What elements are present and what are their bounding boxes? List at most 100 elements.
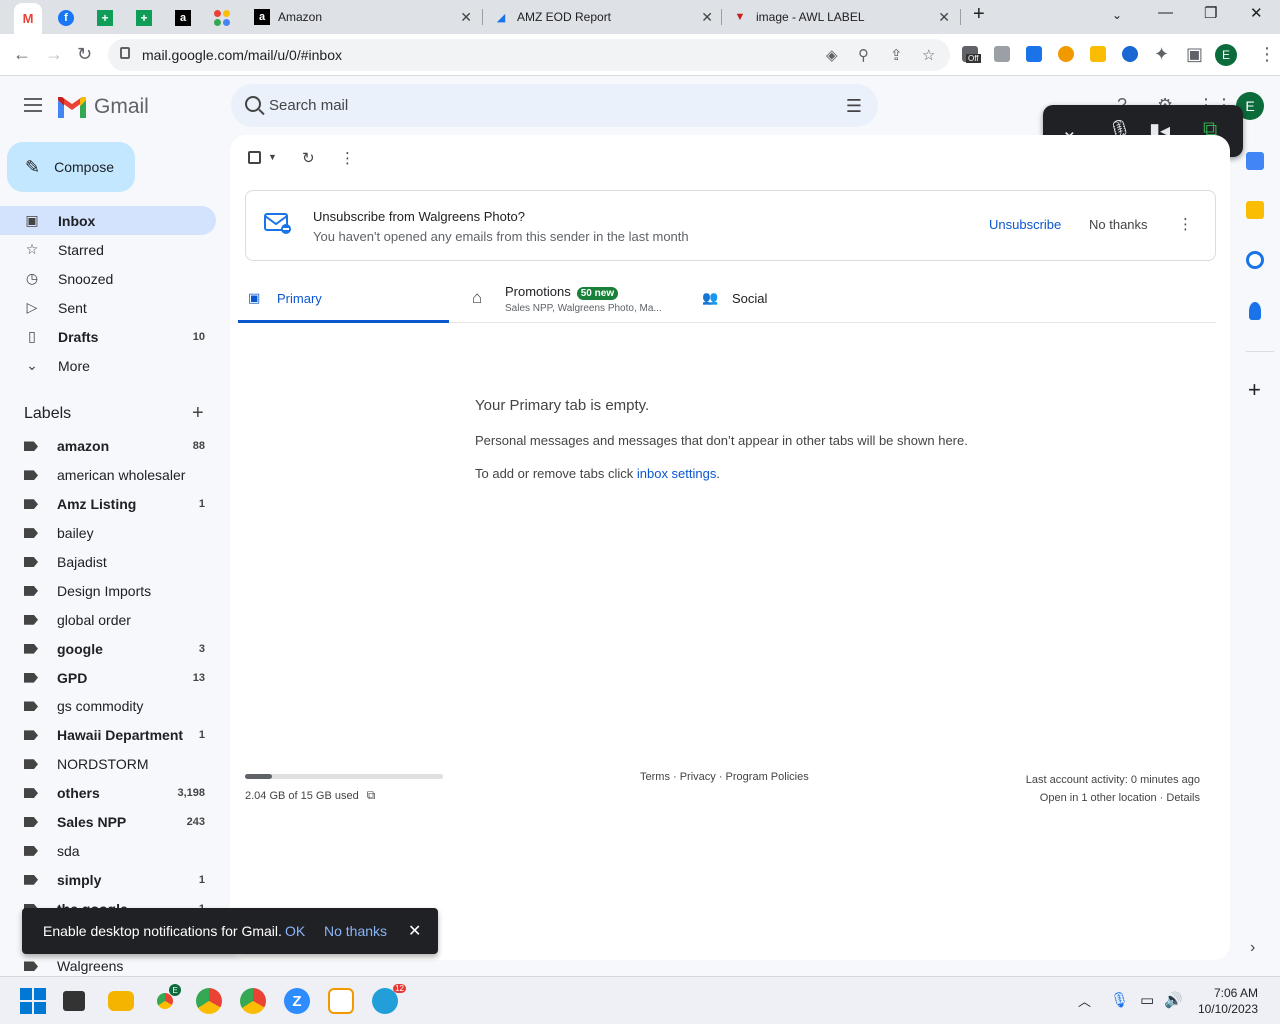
nav-starred[interactable]: ☆ Starred	[0, 235, 230, 264]
extension-icon-6[interactable]	[1122, 46, 1138, 62]
restore-icon[interactable]: ❐	[1204, 4, 1217, 22]
reload-icon[interactable]: ↻	[77, 44, 92, 65]
minimize-icon[interactable]: —	[1158, 4, 1173, 21]
label-item[interactable]: google 3	[0, 634, 230, 663]
label-item[interactable]: Sales NPP 243	[0, 808, 230, 837]
new-tab-icon[interactable]: +	[973, 3, 985, 26]
label-item[interactable]: bailey	[0, 519, 230, 548]
sheets-pinned-tab-1[interactable]: +	[91, 5, 119, 31]
search-input[interactable]	[269, 84, 829, 127]
extension-icon-2[interactable]	[994, 46, 1010, 62]
tab-amazon[interactable]: a Amazon ✕	[254, 4, 478, 30]
windows-start-icon[interactable]	[20, 988, 46, 1014]
label-item[interactable]: gs commodity	[0, 692, 230, 721]
tab-amz-eod-report[interactable]: ◢ AMZ EOD Report ✕	[493, 4, 719, 30]
more-options-icon[interactable]: ⋮	[340, 149, 355, 167]
label-item[interactable]: others 3,198	[0, 779, 230, 808]
tab-image-awl-label[interactable]: ▼ image - AWL LABEL ✕	[732, 4, 956, 30]
tab-promotions[interactable]: ⌂ Promotions 50 new Sales NPP, Walgreens …	[464, 275, 684, 323]
extension-off-icon[interactable]: Off	[962, 46, 981, 63]
extension-icon-3[interactable]	[1026, 46, 1042, 62]
nav-snoozed[interactable]: ◷ Snoozed	[0, 264, 230, 293]
label-item[interactable]: Amz Listing 1	[0, 490, 230, 519]
extensions-puzzle-icon[interactable]: ✦	[1154, 44, 1169, 65]
select-all-checkbox[interactable]	[248, 151, 261, 164]
tab-primary[interactable]: ▣ Primary	[238, 275, 449, 323]
amazon-pinned-tab[interactable]: a	[169, 5, 197, 31]
tasks-icon[interactable]	[1246, 251, 1264, 269]
gmail-logo[interactable]: Gmail	[58, 95, 149, 119]
forward-icon[interactable]: →	[45, 44, 63, 65]
label-item[interactable]: Hawaii Department 1	[0, 721, 230, 750]
activity-details-link[interactable]: Open in 1 other location · Details	[1026, 789, 1200, 807]
volume-icon[interactable]: 🔊	[1164, 991, 1183, 1009]
gmail-pinned-tab[interactable]: M	[14, 3, 42, 34]
back-icon[interactable]: ←	[13, 44, 31, 65]
zoom-icon[interactable]: ⚲	[858, 46, 869, 64]
bookmark-star-icon[interactable]: ☆	[922, 46, 935, 64]
contacts-icon[interactable]	[1249, 302, 1261, 320]
close-tab-icon[interactable]: ✕	[938, 9, 950, 26]
apps-pinned-tab[interactable]	[208, 5, 236, 31]
footer-links[interactable]: Terms · Privacy · Program Policies	[640, 771, 809, 783]
keep-icon[interactable]	[1246, 201, 1264, 219]
toast-close-icon[interactable]: ✕	[408, 921, 421, 941]
label-item[interactable]: simply 1	[0, 865, 230, 894]
label-item[interactable]: Bajadist	[0, 548, 230, 577]
toast-no-thanks-button[interactable]: No thanks	[324, 923, 387, 939]
extension-icon-5[interactable]	[1090, 46, 1106, 62]
extension-icon-4[interactable]	[1058, 46, 1074, 62]
close-tab-icon[interactable]: ✕	[701, 9, 713, 26]
search-options-icon[interactable]: ☰	[846, 96, 862, 117]
snipping-tool-icon[interactable]	[328, 988, 354, 1014]
show-hidden-icons-chevron-icon[interactable]: ︿	[1078, 991, 1091, 1010]
calendar-icon[interactable]	[1246, 152, 1264, 170]
view-site-info-icon[interactable]: ◈	[826, 46, 838, 64]
label-item[interactable]: american wholesaler	[0, 461, 230, 490]
microphone-in-use-icon[interactable]: 🎙	[1110, 991, 1129, 1009]
task-view-icon[interactable]	[63, 991, 85, 1011]
nav-inbox[interactable]: ▣ Inbox	[0, 206, 216, 235]
file-explorer-icon[interactable]	[108, 991, 134, 1011]
inbox-settings-link[interactable]: inbox settings	[637, 466, 717, 481]
chrome-icon-3[interactable]	[240, 988, 266, 1014]
unsubscribe-button[interactable]: Unsubscribe	[989, 217, 1061, 232]
tab-search-icon[interactable]: ⌄	[1112, 8, 1122, 22]
tab-social[interactable]: 👥 Social	[694, 275, 894, 323]
label-item[interactable]: Design Imports	[0, 576, 230, 605]
toast-ok-button[interactable]: OK	[285, 923, 305, 939]
nav-more[interactable]: ⌄ More	[0, 351, 230, 380]
open-external-icon[interactable]: ⧉	[367, 788, 376, 802]
telegram-icon[interactable]: 12	[372, 984, 406, 1014]
address-bar[interactable]: mail.google.com/mail/u/0/#inbox ◈ ⚲ ⇪ ☆	[108, 39, 950, 71]
show-side-panel-chevron-icon[interactable]: ›	[1250, 939, 1255, 957]
main-menu-icon[interactable]	[24, 98, 42, 112]
label-item[interactable]: global order	[0, 605, 230, 634]
share-icon[interactable]: ⇪	[890, 46, 903, 64]
sheets-pinned-tab-2[interactable]: +	[130, 5, 158, 31]
nav-sent[interactable]: ▷ Sent	[0, 293, 230, 322]
search-icon[interactable]	[245, 96, 261, 112]
browser-menu-icon[interactable]: ⋮	[1258, 44, 1276, 65]
label-item[interactable]: sda	[0, 836, 230, 865]
facebook-pinned-tab[interactable]: f	[52, 5, 80, 31]
search-bar[interactable]: ☰	[231, 84, 878, 127]
label-item[interactable]: NORDSTORM	[0, 750, 230, 779]
zoom-app-icon[interactable]: Z	[284, 988, 310, 1014]
profile-avatar[interactable]: E	[1215, 44, 1237, 66]
select-dropdown-icon[interactable]: ▼	[268, 152, 277, 162]
label-item[interactable]: amazon 88	[0, 432, 230, 461]
network-icon[interactable]: ▭	[1140, 991, 1154, 1009]
no-thanks-button[interactable]: No thanks	[1089, 217, 1148, 232]
chrome-icon[interactable]: E	[152, 984, 181, 1014]
banner-more-icon[interactable]: ⋮	[1178, 215, 1193, 233]
get-addons-plus-icon[interactable]: +	[1248, 377, 1261, 403]
nav-drafts[interactable]: ▯ Drafts 10	[0, 322, 230, 351]
add-label-icon[interactable]: +	[192, 402, 204, 425]
refresh-icon[interactable]: ↻	[302, 149, 315, 167]
close-tab-icon[interactable]: ✕	[460, 9, 472, 26]
label-item[interactable]: GPD 13	[0, 663, 230, 692]
chrome-icon-2[interactable]	[196, 988, 222, 1014]
system-clock[interactable]: 7:06 AM 10/10/2023	[1198, 985, 1258, 1017]
close-window-icon[interactable]: ✕	[1250, 4, 1263, 22]
